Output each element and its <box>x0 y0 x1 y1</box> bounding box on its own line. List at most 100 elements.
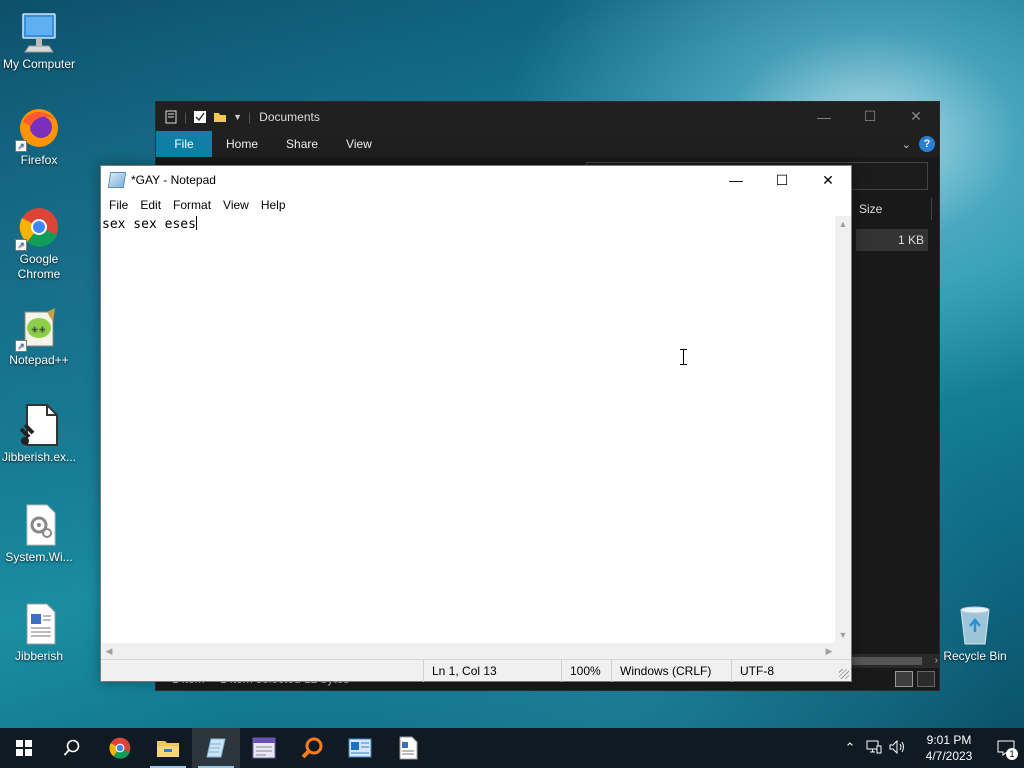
scrollbar-corner <box>835 643 851 659</box>
exe-file-icon <box>17 403 61 447</box>
text-editor-icon <box>252 737 276 759</box>
notepad-titlebar[interactable]: *GAY - Notepad — ☐ ✕ <box>101 166 851 194</box>
text-cursor-icon <box>679 349 688 365</box>
notepad-title: *GAY - Notepad <box>131 173 216 187</box>
action-center-button[interactable]: 1 <box>988 728 1024 768</box>
scroll-down-icon[interactable]: ▼ <box>835 627 851 643</box>
system-tray: ⌃ 9:01 PM 4/7/2023 1 <box>838 728 1024 768</box>
zoom-level: 100% <box>561 660 611 682</box>
notepad-window[interactable]: *GAY - Notepad — ☐ ✕ File Edit Format Vi… <box>100 165 852 682</box>
svg-text:++: ++ <box>31 325 46 335</box>
taskbar-chrome[interactable] <box>96 728 144 768</box>
column-divider[interactable] <box>931 198 932 220</box>
explorer-ribbon: File Home Share View ⌄ ? <box>156 131 939 157</box>
desktop-icon-jibberish[interactable]: Jibberish <box>0 602 78 664</box>
explorer-title: Documents <box>259 109 320 124</box>
quick-access-toolbar: | ▼ | <box>164 110 251 124</box>
clock-date: 4/7/2023 <box>925 749 973 763</box>
desktop-icon-label: My Computer <box>2 57 76 71</box>
cursor-position: Ln 1, Col 13 <box>423 660 559 682</box>
minimize-button[interactable]: — <box>801 102 847 131</box>
scroll-left-icon[interactable]: ◀ <box>101 643 117 659</box>
resize-grip[interactable] <box>839 669 849 679</box>
desktop-icon-my-computer[interactable]: My Computer <box>0 10 78 72</box>
maximize-button[interactable]: ☐ <box>847 102 893 131</box>
desktop-icon-recycle-bin[interactable]: Recycle Bin <box>936 602 1014 664</box>
large-icons-view-button[interactable] <box>917 671 935 687</box>
file-explorer-icon <box>157 741 179 757</box>
properties-icon[interactable] <box>164 110 178 124</box>
column-header-size[interactable]: Size <box>859 202 882 216</box>
notification-count-badge: 1 <box>1006 748 1018 760</box>
help-icon[interactable]: ? <box>919 136 935 152</box>
taskbar-outlook[interactable] <box>336 728 384 768</box>
checkmark-icon[interactable] <box>193 110 207 124</box>
desktop-icon-label: Google Chrome <box>17 252 61 281</box>
menu-file[interactable]: File <box>103 194 134 216</box>
explorer-titlebar[interactable]: | ▼ | Documents — ☐ ✕ <box>156 102 939 131</box>
taskbar-search-tool[interactable] <box>288 728 336 768</box>
taskbar-document[interactable] <box>384 728 432 768</box>
windows-logo-icon <box>16 740 32 756</box>
clock[interactable]: 9:01 PM 4/7/2023 <box>910 732 988 764</box>
search-tool-icon <box>301 737 323 759</box>
file-row-size[interactable]: 1 KB <box>856 229 928 251</box>
editor-content: sex sex eses <box>102 217 196 232</box>
text-caret <box>195 216 197 230</box>
menu-view[interactable]: View <box>217 194 255 216</box>
tab-view[interactable]: View <box>332 131 386 157</box>
shortcut-arrow-icon: ↗ <box>15 239 27 251</box>
firefox-icon: ↗ <box>15 106 61 152</box>
clock-time: 9:01 PM <box>926 733 972 747</box>
menu-help[interactable]: Help <box>255 194 292 216</box>
volume-icon[interactable] <box>886 739 910 757</box>
desktop-icon-label: Firefox <box>20 153 58 167</box>
minimize-button[interactable]: — <box>713 166 759 194</box>
desktop-icon-system-wi[interactable]: System.Wi... <box>0 503 78 565</box>
settings-file-icon <box>17 503 61 547</box>
desktop-icon-notepadpp[interactable]: ++ ↗ Notepad++ <box>0 306 78 368</box>
close-button[interactable]: ✕ <box>893 102 939 131</box>
menu-edit[interactable]: Edit <box>134 194 167 216</box>
tab-share[interactable]: Share <box>272 131 332 157</box>
desktop-icon-firefox[interactable]: ↗ Firefox <box>0 106 78 168</box>
scrollbar-thumb[interactable] <box>852 657 922 665</box>
taskbar-text-editor[interactable] <box>240 728 288 768</box>
show-hidden-icons-chevron-icon[interactable]: ⌃ <box>838 740 862 756</box>
line-endings: Windows (CRLF) <box>611 660 731 682</box>
notepad-icon <box>107 172 127 188</box>
folder-icon[interactable] <box>213 110 227 124</box>
desktop-icon-google-chrome[interactable]: ↗ Google Chrome <box>0 205 78 282</box>
notepadpp-icon: ++ ↗ <box>15 306 61 352</box>
shortcut-arrow-icon: ↗ <box>15 340 27 352</box>
chrome-icon: ↗ <box>15 205 61 251</box>
details-view-button[interactable] <box>895 671 913 687</box>
text-editor-area[interactable]: sex sex eses <box>101 216 837 643</box>
shortcut-arrow-icon: ↗ <box>15 140 27 152</box>
close-button[interactable]: ✕ <box>805 166 851 194</box>
scroll-up-icon[interactable]: ▲ <box>835 216 851 232</box>
taskbar-notepad[interactable] <box>192 728 240 768</box>
chevron-down-icon[interactable]: ▼ <box>233 112 242 122</box>
encoding: UTF-8 <box>731 660 851 682</box>
tab-home[interactable]: Home <box>212 131 272 157</box>
network-icon[interactable] <box>862 740 886 757</box>
recycle-bin-icon <box>953 602 997 646</box>
maximize-button[interactable]: ☐ <box>759 166 805 194</box>
desktop-icon-label: Notepad++ <box>9 353 69 367</box>
chevron-down-icon[interactable]: ⌄ <box>902 138 911 151</box>
vertical-scrollbar[interactable]: ▲ ▼ <box>835 216 851 643</box>
search-button[interactable] <box>48 728 96 768</box>
notepad-menubar: File Edit Format View Help <box>101 194 851 216</box>
text-document-icon <box>17 602 61 646</box>
scroll-right-icon[interactable]: › <box>935 654 938 668</box>
menu-format[interactable]: Format <box>167 194 217 216</box>
horizontal-scrollbar[interactable]: ◀ ▶ <box>101 643 837 659</box>
start-button[interactable] <box>0 728 48 768</box>
taskbar-file-explorer[interactable] <box>144 728 192 768</box>
explorer-horizontal-scrollbar[interactable]: › <box>852 654 940 668</box>
desktop-icon-label: System.Wi... <box>5 550 73 564</box>
tab-file[interactable]: File <box>156 131 212 157</box>
desktop-icon-label: Recycle Bin <box>943 649 1007 663</box>
desktop-icon-jibberish-exe[interactable]: Jibberish.ex... <box>0 403 78 465</box>
